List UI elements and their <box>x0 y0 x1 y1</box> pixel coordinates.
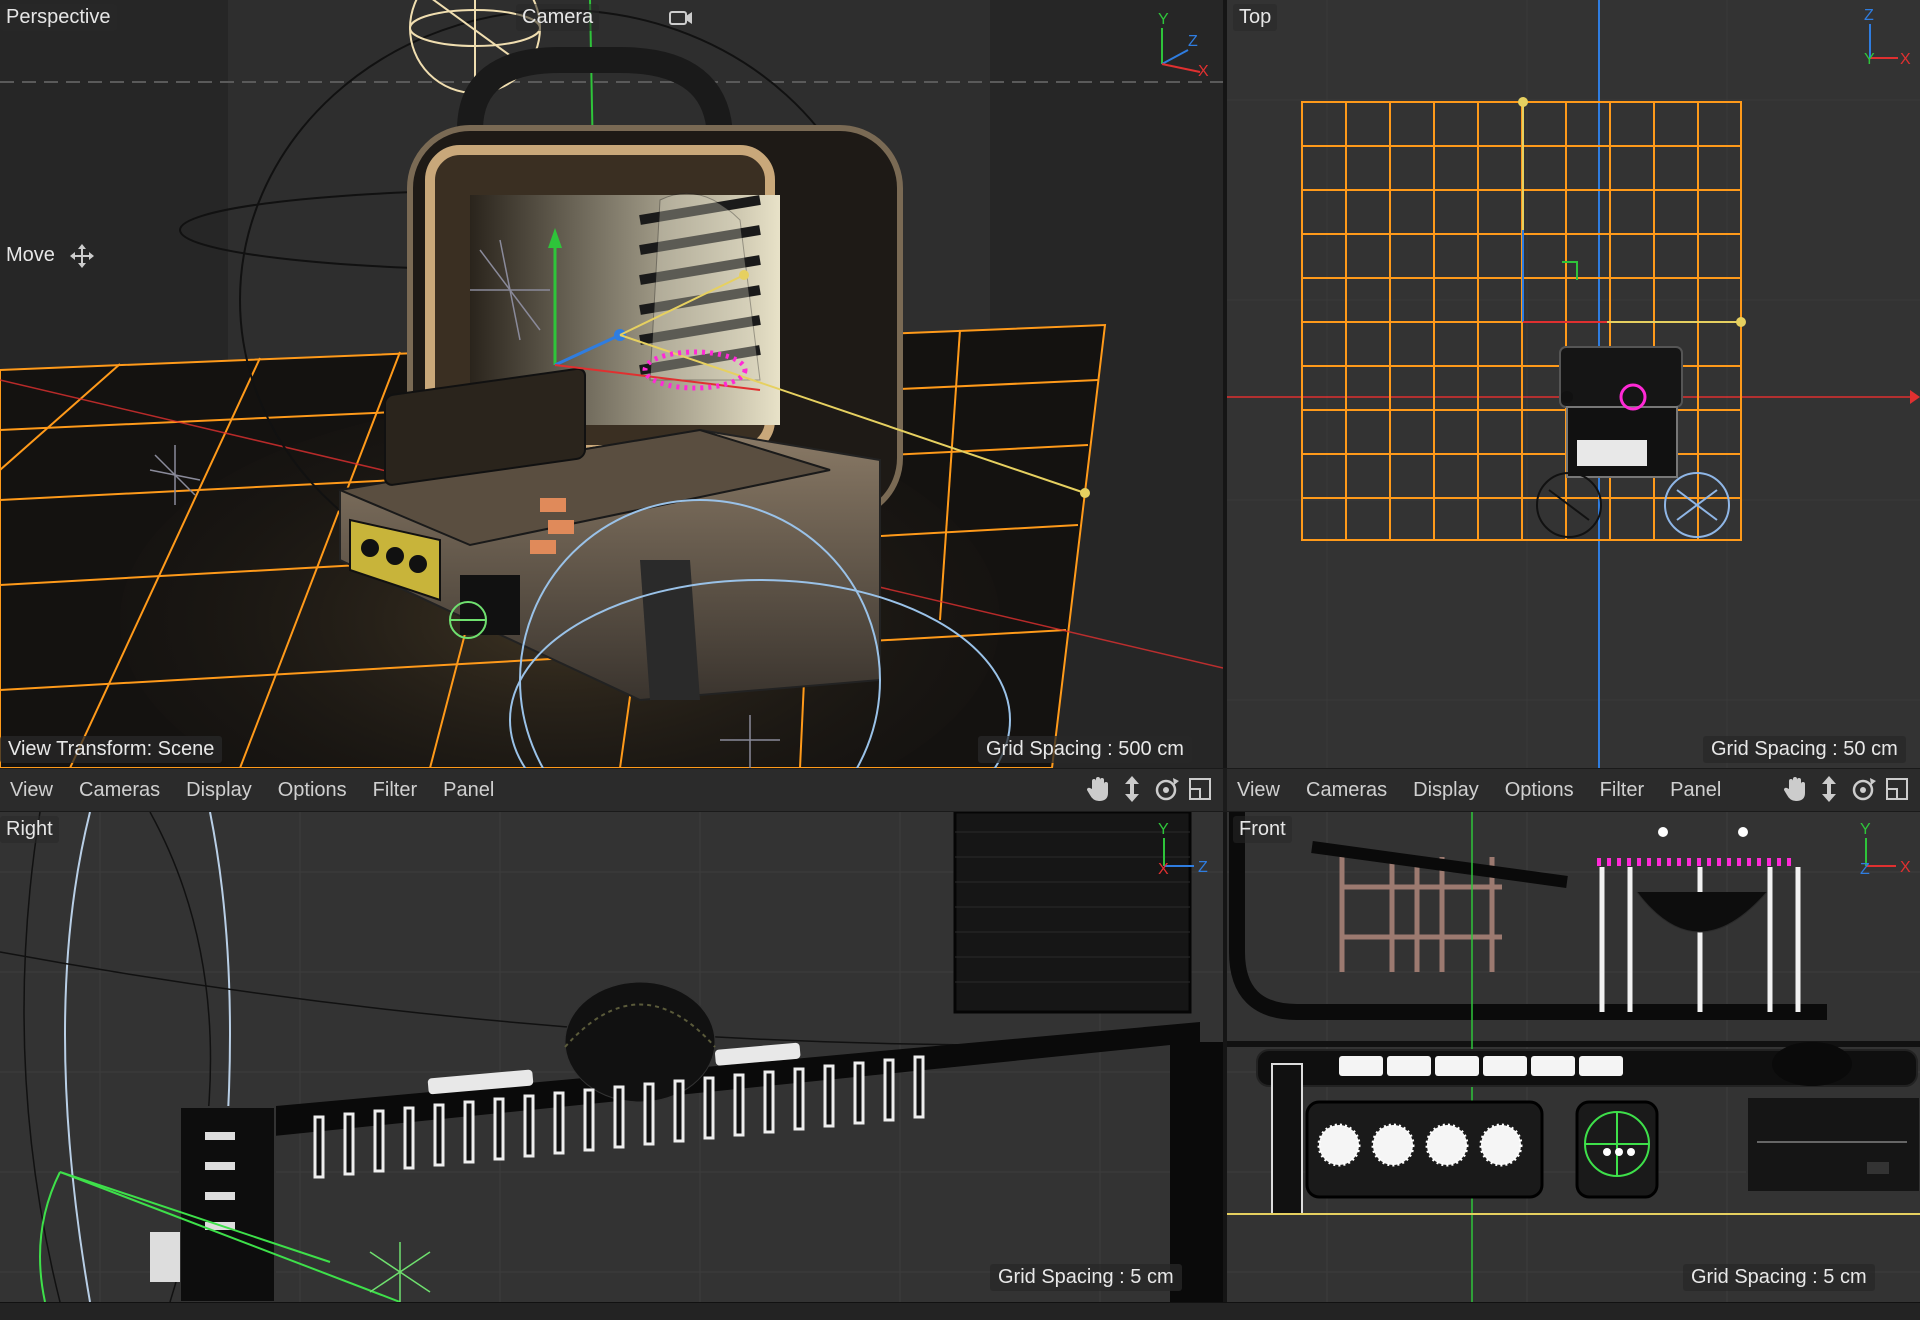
maximize-icon[interactable] <box>1884 775 1910 803</box>
camera-label[interactable]: Camera <box>516 4 600 31</box>
svg-text:Z: Z <box>1860 861 1870 878</box>
menu-display-right[interactable]: Display <box>1413 779 1479 802</box>
camera-icon[interactable] <box>668 8 694 28</box>
front-scene[interactable] <box>1227 812 1920 1302</box>
hand-pan-icon[interactable] <box>1782 775 1808 803</box>
maximize-icon[interactable] <box>1187 775 1213 803</box>
menu-filter[interactable]: Filter <box>373 779 417 802</box>
svg-text:Z: Z <box>1198 859 1208 876</box>
menu-filter-right[interactable]: Filter <box>1600 779 1644 802</box>
orbit-icon[interactable] <box>1153 775 1179 803</box>
svg-text:Y: Y <box>1860 821 1871 838</box>
bottom-status-strip <box>0 1302 1920 1320</box>
viewport-divider-vertical-bottom[interactable] <box>1223 812 1227 1302</box>
menu-panel[interactable]: Panel <box>443 779 494 802</box>
menu-panel-right[interactable]: Panel <box>1670 779 1721 802</box>
svg-text:X: X <box>1900 51 1911 68</box>
axis-indicator-top: Z Y X <box>1842 2 1916 70</box>
menu-view-right[interactable]: View <box>1237 779 1280 802</box>
svg-text:Z: Z <box>1188 33 1198 50</box>
viewport-label-right: Right <box>0 816 59 843</box>
orbit-icon[interactable] <box>1850 775 1876 803</box>
hand-pan-icon[interactable] <box>1085 775 1111 803</box>
view-transform-label: View Transform: Scene <box>0 736 223 763</box>
top-viewport[interactable]: Top Z Y X Grid Spacing : 50 cm <box>1227 0 1920 768</box>
viewport-label-perspective: Perspective <box>0 4 117 31</box>
viewport-divider-vertical-top[interactable] <box>1223 0 1227 768</box>
front-viewport[interactable]: Front Y Z X Grid Spacing : 5 cm <box>1227 812 1920 1302</box>
menu-cameras[interactable]: Cameras <box>79 779 160 802</box>
svg-text:Z: Z <box>1864 7 1874 24</box>
svg-text:X: X <box>1158 861 1169 878</box>
svg-text:Y: Y <box>1158 821 1169 838</box>
menubar-right: View Cameras Display Options Filter Pane… <box>1227 768 1920 812</box>
grid-spacing-front: Grid Spacing : 5 cm <box>1683 1264 1875 1291</box>
right-viewport[interactable]: Right Y X Z Grid Spacing : 5 cm <box>0 812 1223 1302</box>
grid-spacing-right: Grid Spacing : 5 cm <box>990 1264 1182 1291</box>
menu-options-right[interactable]: Options <box>1505 779 1574 802</box>
menubar-left: View Cameras Display Options Filter Pane… <box>0 768 1223 812</box>
perspective-scene[interactable] <box>0 0 1223 768</box>
top-scene[interactable] <box>1227 0 1920 768</box>
menu-cameras-right[interactable]: Cameras <box>1306 779 1387 802</box>
svg-text:X: X <box>1900 859 1911 876</box>
menu-display[interactable]: Display <box>186 779 252 802</box>
grid-spacing-top: Grid Spacing : 50 cm <box>1703 736 1906 763</box>
grid-spacing-perspective: Grid Spacing : 500 cm <box>978 736 1192 763</box>
viewport-label-top: Top <box>1233 4 1278 31</box>
active-tool-label: Move <box>6 244 55 266</box>
svg-text:Y: Y <box>1158 11 1169 28</box>
move-tool-icon <box>70 244 94 268</box>
perspective-viewport[interactable]: Perspective Camera Move Y Z X View Trans… <box>0 0 1223 768</box>
move-arrows-icon[interactable] <box>1816 775 1842 803</box>
right-scene[interactable] <box>0 812 1223 1302</box>
axis-indicator-right: Y X Z <box>1150 816 1223 880</box>
svg-text:Y: Y <box>1864 51 1875 68</box>
axis-indicator-perspective: Y Z X <box>1150 6 1220 80</box>
menu-view[interactable]: View <box>10 779 53 802</box>
menu-options[interactable]: Options <box>278 779 347 802</box>
axis-indicator-front: Y Z X <box>1846 816 1918 880</box>
viewport-label-front: Front <box>1233 816 1292 843</box>
svg-text:X: X <box>1198 63 1209 80</box>
move-arrows-icon[interactable] <box>1119 775 1145 803</box>
